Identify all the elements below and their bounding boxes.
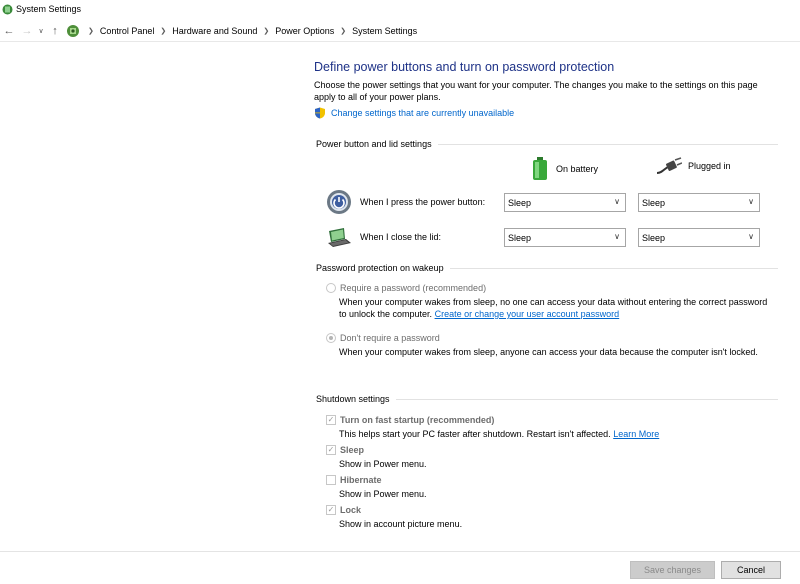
- chevron-down-icon: ∨: [614, 232, 620, 241]
- uac-shield-icon: [314, 107, 326, 119]
- select-value: Sleep: [508, 197, 532, 208]
- section-divider: [437, 143, 778, 145]
- sleep-option[interactable]: ✓ Sleep: [326, 445, 364, 455]
- power-button-row: When I press the power button:: [326, 189, 485, 215]
- page-title: Define power buttons and turn on passwor…: [314, 60, 615, 74]
- lock-label: Lock: [340, 505, 362, 515]
- title-bar: System Settings: [0, 0, 800, 18]
- fast-startup-desc-text: This helps start your PC faster after sh…: [339, 429, 611, 439]
- chevron-down-icon: ∨: [748, 197, 754, 206]
- sleep-description: Show in Power menu.: [339, 459, 427, 469]
- battery-icon: [533, 157, 547, 180]
- hibernate-checkbox[interactable]: [326, 475, 336, 485]
- learn-more-link[interactable]: Learn More: [613, 429, 659, 439]
- section-divider: [395, 398, 778, 400]
- power-button-label: When I press the power button:: [360, 197, 486, 207]
- chevron-down-icon: ∨: [614, 197, 620, 206]
- hibernate-option[interactable]: Hibernate: [326, 475, 382, 485]
- lid-row: When I close the lid:: [326, 224, 441, 250]
- forward-arrow-icon[interactable]: →: [18, 22, 36, 40]
- require-password-label: Require a password (recommended): [340, 283, 487, 293]
- select-value: Sleep: [642, 232, 666, 243]
- save-changes-button[interactable]: Save changes: [630, 561, 715, 579]
- breadcrumb: ❯ Control Panel ❯ Hardware and Sound ❯ P…: [66, 24, 417, 38]
- cancel-button[interactable]: Cancel: [721, 561, 781, 579]
- breadcrumb-system-settings[interactable]: System Settings: [352, 26, 417, 36]
- select-value: Sleep: [508, 232, 532, 243]
- navigation-bar: ← → ∨ ↑ ❯ Control Panel ❯ Hardware and S…: [0, 20, 800, 42]
- require-password-option[interactable]: Require a password (recommended): [326, 283, 486, 293]
- fast-startup-option[interactable]: ✓ Turn on fast startup (recommended): [326, 415, 494, 425]
- lock-checkbox[interactable]: ✓: [326, 505, 336, 515]
- breadcrumb-hardware-and-sound[interactable]: Hardware and Sound: [172, 26, 257, 36]
- power-plug-icon: [656, 157, 682, 174]
- require-password-radio[interactable]: [326, 283, 336, 293]
- up-arrow-icon[interactable]: ↑: [46, 22, 64, 40]
- chevron-down-icon: ∨: [748, 232, 754, 241]
- power-section-heading-text: Power button and lid settings: [316, 139, 432, 149]
- change-settings-row: Change settings that are currently unava…: [314, 107, 784, 119]
- section-divider: [449, 267, 778, 269]
- column-plugged-in: Plugged in: [656, 157, 731, 175]
- sleep-checkbox[interactable]: ✓: [326, 445, 336, 455]
- footer-bar: Save changes Cancel: [0, 551, 800, 584]
- power-button-battery-select[interactable]: Sleep ∨: [504, 193, 626, 212]
- lid-battery-select[interactable]: Sleep ∨: [504, 228, 626, 247]
- control-panel-icon: [66, 24, 80, 38]
- breadcrumb-separator-icon: ❯: [88, 27, 94, 35]
- dont-require-password-description: When your computer wakes from sleep, any…: [339, 347, 758, 357]
- hibernate-description: Show in Power menu.: [339, 489, 427, 499]
- power-options-icon: [2, 4, 13, 15]
- breadcrumb-control-panel[interactable]: Control Panel: [100, 26, 155, 36]
- dont-require-password-option[interactable]: Don't require a password: [326, 333, 440, 343]
- lid-label: When I close the lid:: [360, 232, 442, 242]
- dont-require-password-radio[interactable]: [326, 333, 336, 343]
- breadcrumb-separator-icon: ❯: [160, 27, 167, 35]
- on-battery-label: On battery: [556, 164, 599, 174]
- password-section-heading: Password protection on wakeup: [316, 263, 778, 273]
- sleep-label: Sleep: [340, 445, 365, 455]
- power-section-heading: Power button and lid settings: [316, 139, 778, 149]
- password-section-heading-text: Password protection on wakeup: [316, 263, 444, 273]
- fast-startup-label: Turn on fast startup (recommended): [340, 415, 495, 425]
- main-content: Define power buttons and turn on passwor…: [314, 60, 784, 119]
- lid-plugged-select[interactable]: Sleep ∨: [638, 228, 760, 247]
- window-title: System Settings: [16, 4, 82, 14]
- select-value: Sleep: [642, 197, 666, 208]
- breadcrumb-separator-icon: ❯: [340, 27, 347, 35]
- fast-startup-checkbox[interactable]: ✓: [326, 415, 336, 425]
- plugged-in-label: Plugged in: [688, 161, 731, 171]
- lock-option[interactable]: ✓ Lock: [326, 505, 361, 515]
- require-password-description: When your computer wakes from sleep, no …: [339, 296, 769, 320]
- lock-description: Show in account picture menu.: [339, 519, 463, 529]
- power-button-icon: [327, 190, 351, 214]
- hibernate-label: Hibernate: [340, 475, 382, 485]
- column-on-battery: On battery: [530, 157, 598, 181]
- back-arrow-icon[interactable]: ←: [0, 22, 18, 40]
- recent-locations-chevron-icon[interactable]: ∨: [36, 22, 46, 40]
- page-intro: Choose the power settings that you want …: [314, 80, 758, 102]
- laptop-lid-icon: [328, 228, 351, 247]
- breadcrumb-separator-icon: ❯: [263, 27, 270, 35]
- shutdown-section-heading: Shutdown settings: [316, 394, 778, 404]
- power-button-plugged-select[interactable]: Sleep ∨: [638, 193, 760, 212]
- fast-startup-description: This helps start your PC faster after sh…: [339, 428, 769, 440]
- change-password-link[interactable]: Create or change your user account passw…: [435, 309, 620, 319]
- breadcrumb-power-options[interactable]: Power Options: [275, 26, 334, 36]
- shutdown-section-heading-text: Shutdown settings: [316, 394, 390, 404]
- dont-require-password-label: Don't require a password: [340, 333, 440, 343]
- change-settings-link[interactable]: Change settings that are currently unava…: [331, 108, 514, 118]
